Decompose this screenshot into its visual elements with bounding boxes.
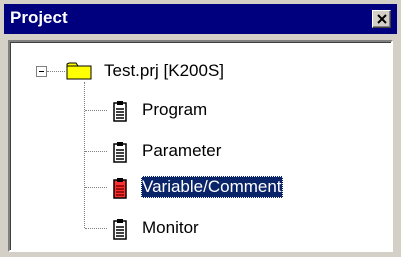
tree-item-parameter[interactable]: Parameter — [142, 140, 221, 162]
collapse-icon[interactable] — [36, 66, 47, 77]
tree-item-program[interactable]: Program — [142, 99, 207, 121]
tree-root-label[interactable]: Test.prj [K200S] — [104, 60, 224, 82]
tree-connector — [85, 228, 107, 229]
title-bar[interactable]: Project — [4, 4, 397, 34]
close-button[interactable] — [372, 10, 391, 28]
document-icon — [113, 142, 127, 163]
tree-connector — [85, 151, 107, 152]
document-icon-red — [113, 178, 127, 199]
tree-trunk-line — [84, 82, 85, 228]
folder-icon — [66, 62, 92, 80]
tree-item-monitor[interactable]: Monitor — [142, 217, 199, 239]
window-title: Project — [10, 8, 68, 27]
tree-item-variable-comment[interactable]: Variable/Comment — [141, 176, 283, 198]
tree-connector — [85, 187, 107, 188]
document-icon — [113, 219, 127, 240]
document-icon — [113, 101, 127, 122]
project-tree-panel[interactable]: Test.prj [K200S] Program Parameter Varia… — [8, 40, 393, 252]
close-icon — [377, 14, 387, 24]
tree-connector — [85, 110, 107, 111]
project-window: Project Test.prj [K200S] Program Paramet… — [0, 0, 401, 257]
tree-connector — [47, 71, 65, 72]
